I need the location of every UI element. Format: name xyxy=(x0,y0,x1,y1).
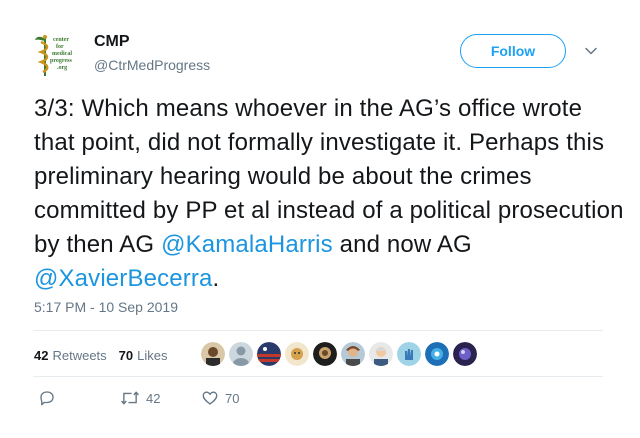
retweets-label: Retweets xyxy=(52,347,107,363)
liker-avatar[interactable] xyxy=(284,341,310,367)
author-avatar[interactable]: center for medical progress .org xyxy=(32,32,82,82)
chevron-down-icon[interactable] xyxy=(584,44,598,58)
liker-avatar[interactable] xyxy=(228,341,254,367)
liker-avatar[interactable] xyxy=(424,341,450,367)
like-count: 70 xyxy=(225,390,240,406)
divider-bottom xyxy=(33,376,603,377)
logo-text-3: medical xyxy=(52,51,72,57)
tweet-stats: 42 Retweets 70 Likes xyxy=(34,340,180,370)
retweets-count: 42 xyxy=(34,347,49,363)
likes-count: 70 xyxy=(118,347,134,363)
liker-avatar[interactable] xyxy=(256,341,282,367)
likes-label: Likes xyxy=(137,347,168,363)
mention-link-xavierbecerra[interactable]: @XavierBecerra xyxy=(34,265,213,292)
liker-avatar[interactable] xyxy=(340,341,366,367)
liker-avatar[interactable] xyxy=(368,341,394,367)
tweet-card: center for medical progress .org CMP @Ct… xyxy=(0,0,640,438)
logo-text-2: for xyxy=(56,44,64,50)
like-button[interactable]: 70 xyxy=(201,389,239,407)
caduceus-logo-icon: center for medical progress .org xyxy=(35,35,72,76)
liker-avatar[interactable] xyxy=(312,341,338,367)
author-name[interactable]: CMP xyxy=(94,33,130,51)
reply-button[interactable] xyxy=(38,389,62,407)
heart-icon xyxy=(202,391,218,405)
tweet-timestamp[interactable]: 5:17 PM - 10 Sep 2019 xyxy=(34,299,178,315)
logo-text-4: progress xyxy=(50,58,72,64)
likes-stat[interactable]: 70 Likes xyxy=(119,348,168,363)
likers-avatar-list xyxy=(200,341,480,367)
retweet-button[interactable]: 42 xyxy=(120,389,160,407)
liker-avatar[interactable] xyxy=(396,341,422,367)
mention-link-kamalaharris[interactable]: @KamalaHarris xyxy=(161,231,333,258)
retweet-count: 42 xyxy=(146,390,161,406)
retweets-stat[interactable]: 42 Retweets xyxy=(34,348,107,363)
divider-top xyxy=(33,330,603,331)
follow-button[interactable]: Follow xyxy=(460,34,566,68)
logo-text-1: center xyxy=(53,37,69,43)
retweet-icon xyxy=(121,391,139,405)
author-handle[interactable]: @CtrMedProgress xyxy=(94,57,210,73)
tweet-text-part3: . xyxy=(212,265,220,292)
tweet-text: 3/3: Which means whoever in the AG’s off… xyxy=(34,92,624,296)
tweet-text-part2: and now AG xyxy=(332,231,472,258)
logo-text-5: .org xyxy=(57,65,67,71)
liker-avatar[interactable] xyxy=(200,341,226,367)
liker-avatar[interactable] xyxy=(452,341,478,367)
reply-icon xyxy=(40,391,54,406)
